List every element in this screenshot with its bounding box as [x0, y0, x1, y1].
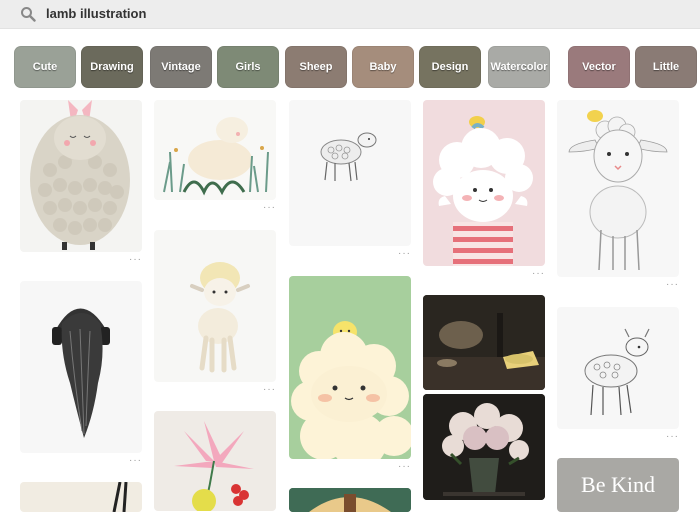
pin-lamb-bunny-ears[interactable] — [20, 100, 142, 252]
lamb-striped-shirt-illustration — [433, 116, 533, 266]
pin-lamb-with-chick[interactable] — [289, 276, 411, 459]
search-input[interactable]: lamb illustration — [46, 6, 146, 21]
pin-be-kind[interactable]: Be Kind — [557, 458, 679, 512]
sketch-lamb-illustration — [584, 328, 650, 416]
pin-standing-lamb[interactable] — [154, 230, 276, 382]
pin-lamb-in-grass[interactable] — [154, 100, 276, 200]
partial-illustration — [112, 482, 128, 512]
pin-more-button[interactable]: ··· — [289, 249, 411, 259]
chip-design[interactable]: Design — [419, 46, 481, 88]
pin-still-life-cheese[interactable] — [423, 295, 545, 390]
still-life-cheese-painting — [423, 295, 545, 390]
storybook-illustration — [289, 488, 411, 512]
chip-little[interactable]: Little — [635, 46, 697, 88]
peony-still-life-painting — [423, 394, 545, 500]
chip-watercolor[interactable]: Watercolor — [488, 46, 550, 88]
pin-peony-painting[interactable] — [423, 394, 545, 500]
lamb-grass-illustration — [163, 117, 269, 196]
pin-headphones-hair[interactable] — [20, 281, 142, 453]
search-icon[interactable] — [20, 6, 36, 22]
search-bar[interactable]: lamb illustration — [0, 0, 700, 29]
pin-more-button[interactable]: ··· — [20, 456, 142, 466]
pin-more-button[interactable]: ··· — [289, 462, 411, 472]
guided-search-chips: Cute Drawing Vintage Girls Sheep Baby De… — [0, 46, 700, 90]
pin-partial[interactable] — [20, 482, 142, 512]
chip-drawing[interactable]: Drawing — [81, 46, 143, 88]
chip-cute[interactable]: Cute — [14, 46, 76, 88]
lamb-with-chick-illustration — [291, 321, 411, 459]
chip-vector[interactable]: Vector — [568, 46, 630, 88]
chip-vintage[interactable]: Vintage — [150, 46, 212, 88]
headphones-hair-illustration — [52, 308, 110, 438]
pin-lamb-with-bird[interactable] — [557, 100, 679, 277]
chip-girls[interactable]: Girls — [217, 46, 279, 88]
pin-sketch-lamb-2[interactable] — [557, 307, 679, 429]
pink-flower-illustration — [174, 421, 254, 511]
pin-more-button[interactable]: ··· — [154, 203, 276, 213]
pin-partial-storybook[interactable] — [289, 488, 411, 512]
lamb-with-bird-illustration — [568, 110, 668, 271]
pin-lamb-striped-shirt[interactable] — [423, 100, 545, 266]
pin-more-button[interactable]: ··· — [423, 269, 545, 279]
pin-more-button[interactable]: ··· — [20, 255, 142, 265]
pin-grid: ··· ··· ··· ··· ··· ··· ··· ··· ··· Be K… — [0, 100, 700, 512]
pin-more-button[interactable]: ··· — [557, 280, 679, 290]
lamb-bunny-illustration — [30, 100, 130, 250]
be-kind-text: Be Kind — [581, 472, 655, 497]
chip-baby[interactable]: Baby — [352, 46, 414, 88]
pin-more-button[interactable]: ··· — [557, 432, 679, 442]
standing-lamb-illustration — [190, 262, 250, 373]
chip-sheep[interactable]: Sheep — [285, 46, 347, 88]
pin-sketch-lamb[interactable] — [289, 100, 411, 246]
pin-more-button[interactable]: ··· — [154, 385, 276, 395]
sketch-lamb-illustration — [320, 132, 377, 182]
pin-flower-illustration[interactable] — [154, 411, 276, 511]
